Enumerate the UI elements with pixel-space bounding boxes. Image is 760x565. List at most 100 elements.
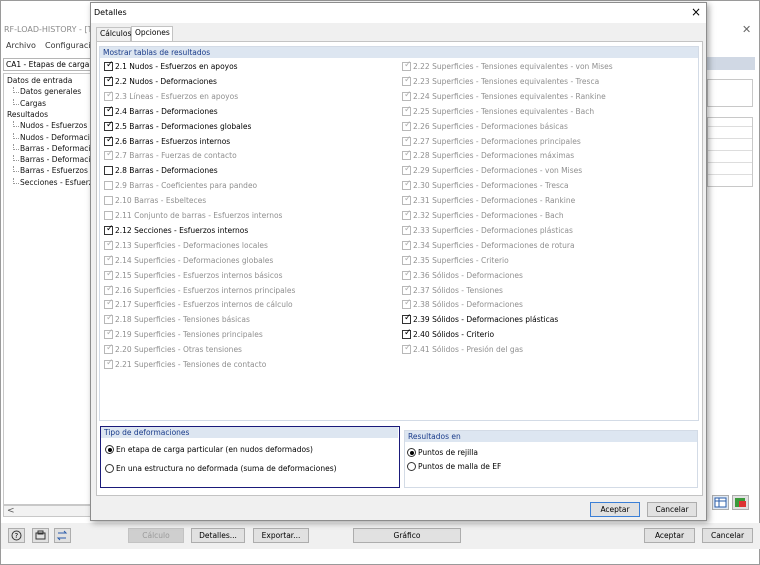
- calculo-button[interactable]: Cálculo: [128, 528, 184, 543]
- result-table-checkbox: ✓: [402, 268, 412, 280]
- result-table-label: 2.11 Conjunto de barras - Esfuerzos inte…: [115, 211, 283, 220]
- result-table-label: 2.37 Sólidos - Tensiones: [413, 285, 503, 295]
- tree-item[interactable]: Cargas: [20, 99, 46, 108]
- scroll-left-icon[interactable]: <: [7, 506, 15, 516]
- dialog-title: Detalles: [94, 8, 127, 17]
- tree-item[interactable]: Nudos - Esfuerzos en: [20, 121, 90, 130]
- result-table-label: 2.29 Superficies - Deformaciones - von M…: [413, 166, 583, 176]
- tree-scrollbar[interactable]: <: [3, 505, 91, 517]
- result-table-label: 2.35 Superficies - Criterio: [413, 255, 509, 265]
- result-table-checkbox[interactable]: ✓: [104, 105, 114, 116]
- result-table-label: 2.15 Superficies - Esfuerzos internos bá…: [115, 270, 283, 280]
- tree-item[interactable]: Barras - Esfuerzos in: [20, 166, 90, 175]
- result-table-label: 2.6 Barras - Esfuerzos internos: [115, 136, 231, 146]
- result-table-label: 2.9 Barras - Coeficientes para pandeo: [115, 181, 258, 191]
- result-table-checkbox: ✓: [104, 254, 114, 265]
- check-mark-icon: ✓: [404, 223, 412, 234]
- detalles-button[interactable]: Detalles...: [191, 528, 245, 543]
- menu-archivo[interactable]: Archivo: [6, 41, 36, 50]
- result-table-label: 2.34 Superficies - Deformaciones de rotu…: [413, 240, 575, 250]
- tree-item[interactable]: Resultados: [7, 110, 48, 119]
- check-mark-icon: ✓: [106, 134, 114, 145]
- table-view-icon[interactable]: [712, 495, 729, 510]
- result-table-checkbox[interactable]: ✓: [402, 328, 412, 340]
- app-close-icon[interactable]: ✕: [742, 23, 751, 36]
- result-table-label: 2.26 Superficies - Deformaciones básicas: [413, 121, 568, 131]
- result-table-checkbox[interactable]: [104, 166, 113, 176]
- check-mark-icon: ✓: [106, 268, 114, 279]
- result-table-checkbox: ✓: [402, 75, 412, 86]
- check-mark-icon: ✓: [404, 179, 412, 190]
- result-table-checkbox[interactable]: ✓: [104, 75, 114, 86]
- tree-connector: [13, 155, 19, 162]
- def-type-radio-2[interactable]: [105, 464, 114, 473]
- radio-dot: [409, 450, 414, 455]
- tree-item[interactable]: Datos generales: [20, 87, 81, 96]
- bottom-toolbar: ? Cálculo Detalles... Exportar... Gráfic…: [1, 523, 760, 549]
- result-tables-group: Mostrar tablas de resultados ✓ 2.1 Nudos …: [99, 46, 699, 421]
- tree-item[interactable]: Datos de entrada: [7, 76, 72, 85]
- result-table-checkbox: ✓: [402, 194, 412, 206]
- result-table-checkbox[interactable]: ✓: [402, 313, 412, 325]
- result-table-checkbox: ✓: [104, 313, 114, 325]
- result-table-checkbox: ✓: [104, 358, 114, 369]
- cancelar-button[interactable]: Cancelar: [647, 502, 697, 517]
- tree-item[interactable]: Barras - Deformacion: [20, 155, 90, 164]
- result-table-label: 2.30 Superficies - Deformaciones - Tresc…: [413, 181, 569, 191]
- check-mark-icon: ✓: [404, 60, 412, 70]
- grid-points-radio[interactable]: [407, 448, 416, 457]
- result-table-label: 2.4 Barras - Deformaciones: [115, 106, 218, 116]
- fe-mesh-points-radio[interactable]: [407, 462, 416, 471]
- tree-item[interactable]: Barras - Deformacion: [20, 144, 90, 153]
- result-table-checkbox: ✓: [402, 238, 412, 250]
- result-table-checkbox: ✓: [402, 343, 412, 355]
- check-mark-icon: ✓: [106, 223, 114, 234]
- tree-connector: [13, 166, 19, 173]
- exportar-button[interactable]: Exportar...: [253, 528, 309, 543]
- result-table-checkbox[interactable]: ✓: [104, 223, 114, 235]
- results-in-header: Resultados en: [405, 431, 697, 442]
- tree-item[interactable]: Nudos - Deformacion: [20, 133, 90, 142]
- check-mark-icon: ✓: [404, 253, 412, 264]
- result-table-label: 2.13 Superficies - Deformaciones locales: [115, 240, 268, 250]
- result-table-checkbox[interactable]: ✓: [104, 134, 114, 146]
- result-table-label: 2.22 Superficies - Tensiones equivalente…: [413, 62, 613, 71]
- export-icon[interactable]: [732, 495, 749, 510]
- svg-text:?: ?: [15, 532, 19, 540]
- tree-item[interactable]: Secciones - Esfuerzo: [20, 178, 90, 187]
- tab-calculos[interactable]: Cálculos: [96, 27, 131, 41]
- deformation-type-group: Tipo de deformaciones En etapa de carga …: [100, 426, 400, 488]
- result-table-label: 2.20 Superficies - Otras tensiones: [115, 345, 242, 355]
- result-table-label: 2.5 Barras - Deformaciones globales: [115, 121, 252, 131]
- print-icon[interactable]: [32, 528, 49, 543]
- check-mark-icon: ✓: [404, 268, 412, 279]
- app-aceptar-button[interactable]: Aceptar: [644, 528, 695, 543]
- grafico-button[interactable]: Gráfico: [353, 528, 461, 543]
- check-mark-icon: ✓: [404, 134, 412, 145]
- close-icon[interactable]: ×: [691, 5, 701, 19]
- aceptar-button[interactable]: Aceptar: [590, 502, 640, 517]
- tree-connector: [13, 87, 19, 94]
- def-type-radio-1[interactable]: [105, 445, 114, 454]
- result-table-checkbox[interactable]: ✓: [104, 60, 114, 71]
- right-panel-header: [707, 57, 755, 70]
- check-mark-icon: ✓: [106, 60, 114, 70]
- tree-connector: [13, 121, 19, 128]
- menu-configuracion[interactable]: Configuració: [45, 41, 95, 50]
- result-table-checkbox: ✓: [402, 134, 412, 146]
- result-table-checkbox: ✓: [402, 209, 412, 220]
- result-table-checkbox: ✓: [402, 105, 412, 116]
- navigate-icon[interactable]: [54, 528, 71, 543]
- check-mark-icon: ✓: [404, 119, 412, 130]
- tab-opciones[interactable]: Opciones: [131, 26, 173, 41]
- help-icon[interactable]: ?: [8, 528, 25, 543]
- check-mark-icon: ✓: [404, 194, 412, 205]
- details-dialog: Detalles × Cálculos Opciones Mostrar tab…: [90, 2, 707, 521]
- app-cancelar-button[interactable]: Cancelar: [702, 528, 753, 543]
- result-table-label: 2.25 Superficies - Tensiones equivalente…: [413, 106, 595, 116]
- load-case-select[interactable]: CA1 - Etapas de carga: [3, 58, 91, 71]
- check-mark-icon: ✓: [404, 238, 412, 249]
- tree-connector: [13, 98, 19, 105]
- result-table-checkbox[interactable]: ✓: [104, 120, 114, 131]
- result-table-label: 2.38 Sólidos - Deformaciones: [413, 300, 523, 310]
